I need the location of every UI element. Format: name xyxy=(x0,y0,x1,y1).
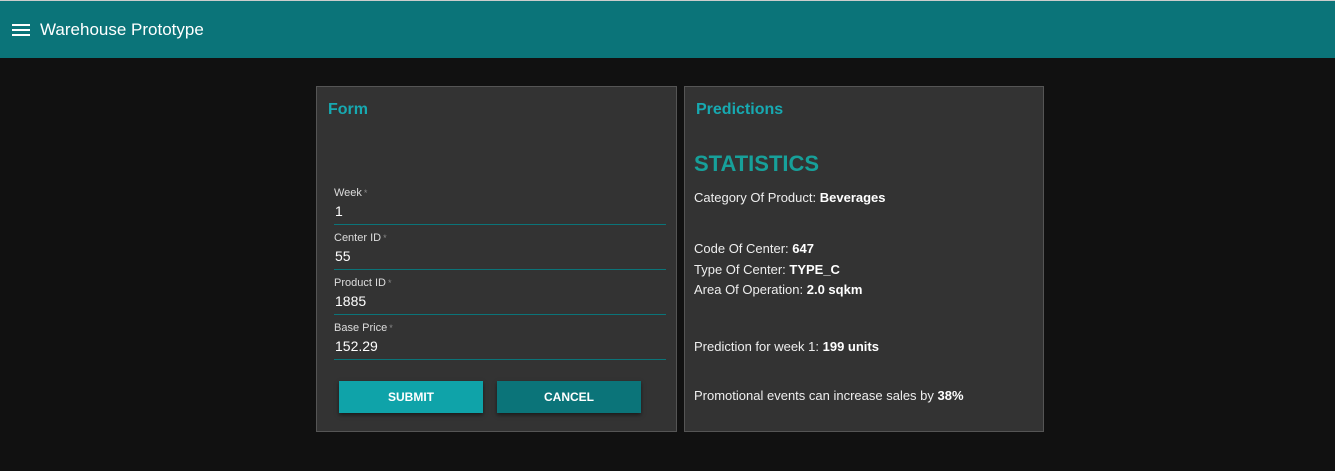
base-price-field: Base Price * xyxy=(334,322,666,360)
product-id-field: Product ID * xyxy=(334,277,666,315)
week-input[interactable] xyxy=(335,203,655,219)
form-heading: Form xyxy=(328,101,368,118)
cancel-button[interactable]: CANCEL xyxy=(497,381,641,413)
week-label: Week xyxy=(334,187,362,199)
base-price-label: Base Price xyxy=(334,322,388,334)
hamburger-menu-icon[interactable] xyxy=(12,23,30,37)
center-code-line: Code Of Center: 647 xyxy=(694,241,814,256)
promo-value: 38% xyxy=(937,388,964,403)
app-title: Warehouse Prototype xyxy=(40,19,204,39)
category-value: Beverages xyxy=(819,190,886,205)
center-type-line: Type Of Center: TYPE_C xyxy=(694,262,840,277)
app-bar: Warehouse Prototype xyxy=(0,0,1335,58)
base-price-input[interactable] xyxy=(335,338,655,354)
product-id-input[interactable] xyxy=(335,293,655,309)
center-id-label: Center ID xyxy=(334,232,382,244)
predictions-heading: Predictions xyxy=(696,101,784,118)
promo-line: Promotional events can increase sales by… xyxy=(694,388,964,403)
area-line: Area Of Operation: 2.0 sqkm xyxy=(694,282,863,297)
prediction-line: Prediction for week 1: 199 units xyxy=(694,339,879,354)
statistics-title: STATISTICS xyxy=(694,151,820,176)
product-id-label: Product ID xyxy=(334,277,386,289)
prediction-value: 199 units xyxy=(822,339,879,354)
area-value: 2.0 sqkm xyxy=(806,282,863,297)
category-line: Category Of Product: Beverages xyxy=(694,190,886,205)
predictions-panel: Predictions STATISTICS Category Of Produ… xyxy=(684,86,1044,432)
submit-button[interactable]: SUBMIT xyxy=(339,381,483,413)
center-id-field: Center ID * xyxy=(334,232,666,270)
week-field: Week * xyxy=(334,187,666,225)
form-panel: Form Week* Center ID* Product ID* Base P… xyxy=(316,86,677,432)
center-type-value: TYPE_C xyxy=(789,262,840,277)
center-id-input[interactable] xyxy=(335,248,655,264)
center-code-value: 647 xyxy=(792,241,814,256)
